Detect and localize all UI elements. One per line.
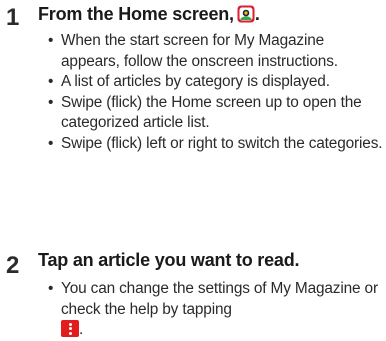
my-magazine-app-icon bbox=[237, 5, 255, 23]
step-bullet-list: • You can change the settings of My Magaz… bbox=[48, 279, 384, 341]
list-item: • A list of articles by category is displ… bbox=[48, 72, 384, 93]
list-item: • When the start screen for My Magazine a… bbox=[48, 31, 384, 72]
list-item: • Swipe (flick) left or right to switch t… bbox=[48, 134, 384, 155]
bullet-text: Swipe (flick) the Home screen up to open… bbox=[61, 93, 362, 132]
bullet-dot: • bbox=[48, 134, 54, 152]
bullet-dot: • bbox=[48, 32, 54, 49]
list-item: • Swipe (flick) the Home screen up to ope… bbox=[48, 93, 384, 134]
step-number: 2 bbox=[6, 252, 20, 279]
more-options-icon bbox=[61, 320, 79, 337]
bullet-punct: . bbox=[79, 321, 84, 338]
bullet-text: Swipe (flick) left or right to switch th… bbox=[61, 134, 383, 152]
step-heading: Tap an article you want to read. bbox=[38, 250, 300, 270]
bullet-dot: • bbox=[48, 93, 54, 111]
bullet-text: You can change the settings of My Magazi… bbox=[61, 280, 378, 318]
bullet-dot: • bbox=[48, 280, 54, 297]
step-number: 1 bbox=[6, 4, 20, 31]
step-bullet-list: • When the start screen for My Magazine a… bbox=[48, 31, 384, 154]
step-heading-punct: . bbox=[254, 4, 260, 24]
bullet-text: A list of articles by category is displa… bbox=[61, 73, 330, 90]
step-heading-text: From the Home screen, bbox=[38, 4, 234, 24]
bullet-dot: • bbox=[48, 73, 54, 90]
bullet-text: When the start screen for My Magazine ap… bbox=[61, 32, 338, 70]
list-item: • You can change the settings of My Magaz… bbox=[48, 279, 384, 341]
step-heading: From the Home screen, . bbox=[38, 4, 260, 25]
